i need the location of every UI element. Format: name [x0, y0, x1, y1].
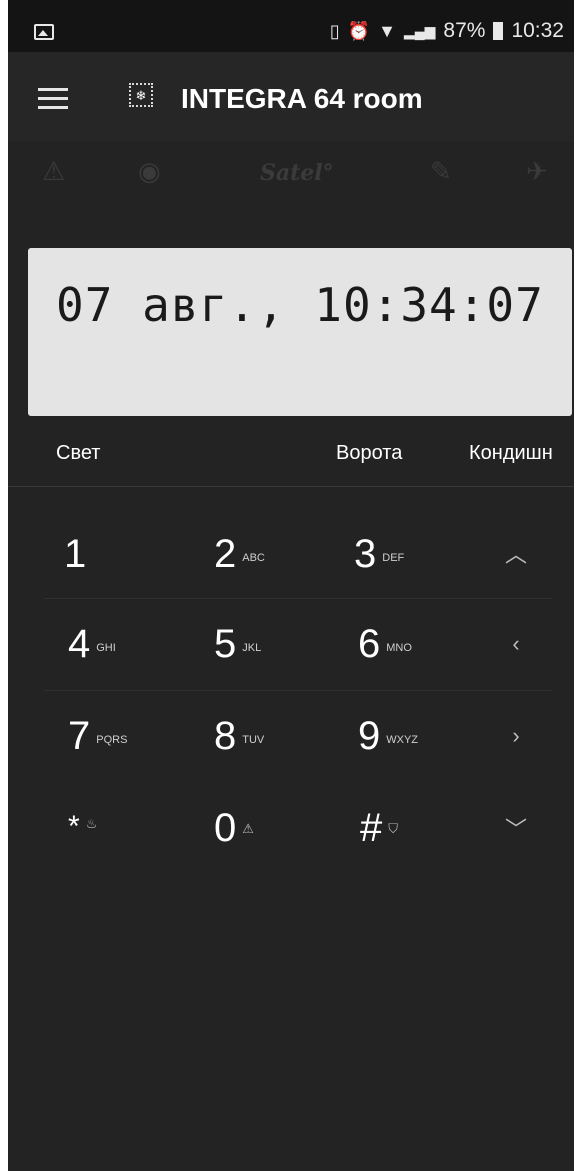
key-2[interactable]: 2 ABC — [214, 534, 265, 574]
key-6[interactable]: 6 MNO — [358, 624, 412, 664]
key-digit: 3 — [354, 532, 377, 576]
app-title: INTEGRA 64 room — [181, 83, 423, 114]
status-icons: ▯ ⏰ ▼ ▂▄▆ 87% 10:32 — [330, 18, 564, 44]
lcd-display: 07 авг., 10:34:07 — [28, 248, 572, 416]
warning-icon: ⚠ — [242, 821, 254, 836]
integra-logo-icon: ❄ — [129, 83, 153, 107]
key-digit: 5 — [214, 622, 237, 666]
app-bar: ❄ INTEGRA 64 room — [8, 52, 574, 142]
key-letters: JKL — [242, 642, 262, 654]
status-bar: ▯ ⏰ ▼ ▂▄▆ 87% 10:32 — [8, 0, 574, 52]
key-0[interactable]: 0 ⚠ — [214, 808, 254, 848]
signal-icon: ▂▄▆ — [403, 23, 436, 39]
arrow-right-button[interactable]: › — [496, 716, 536, 756]
gallery-icon — [34, 24, 54, 40]
key-letters: WXYZ — [386, 734, 419, 746]
key-letters: DEF — [382, 552, 405, 564]
toolbar: ⚠ ◉ Satel° ✎ ✈ — [8, 142, 574, 202]
lcd-text: 07 авг., 10:34:07 — [56, 278, 544, 332]
key-3[interactable]: 3 DEF — [354, 534, 404, 574]
rocket-icon[interactable]: ✈ — [526, 158, 548, 184]
hamburger-menu-icon[interactable] — [38, 88, 68, 110]
wrench-icon[interactable]: ✎ — [430, 158, 452, 184]
arrow-down-button[interactable]: ﹀ — [496, 808, 536, 848]
row-divider — [44, 690, 552, 691]
key-7[interactable]: 7 PQRS — [68, 716, 127, 756]
divider — [8, 486, 574, 487]
key-digit: 1 — [64, 532, 87, 576]
key-digit: 4 — [68, 622, 91, 666]
key-digit: # — [360, 806, 383, 850]
key-digit: * — [68, 810, 80, 843]
key-digit: 7 — [68, 714, 91, 758]
battery-percent: 87% — [443, 19, 486, 42]
wifi-icon: ▼ — [378, 21, 396, 41]
fire-icon: ♨ — [85, 816, 98, 831]
key-letters: ABC — [242, 552, 265, 564]
vibrate-icon: ▯ — [329, 21, 340, 41]
macro-button-light[interactable]: Свет — [56, 442, 100, 465]
key-letters: MNO — [386, 642, 412, 654]
app-screen: ▯ ⏰ ▼ ▂▄▆ 87% 10:32 ❄ INTEGRA 64 room ⚠ … — [8, 0, 574, 1171]
key-1[interactable]: 1 — [64, 534, 86, 574]
key-letters: GHI — [96, 642, 116, 654]
key-digit: 6 — [358, 622, 381, 666]
eye-icon[interactable]: ◉ — [138, 158, 161, 184]
macro-bar: Свет Ворота Кондишн — [8, 420, 574, 486]
shield-icon: ⛉ — [388, 821, 399, 836]
key-digit: 0 — [214, 806, 237, 850]
key-hash[interactable]: # ⛉ — [360, 808, 398, 848]
key-digit: 9 — [358, 714, 381, 758]
alarm-icon: ⏰ — [347, 21, 371, 41]
key-letters: PQRS — [96, 734, 128, 746]
key-digit: 8 — [214, 714, 237, 758]
key-8[interactable]: 8 TUV — [214, 716, 264, 756]
clock: 10:32 — [511, 19, 564, 42]
key-5[interactable]: 5 JKL — [214, 624, 261, 664]
key-digit: 2 — [214, 532, 237, 576]
key-4[interactable]: 4 GHI — [68, 624, 116, 664]
row-divider — [44, 598, 552, 599]
battery-icon — [493, 22, 504, 40]
alert-icon[interactable]: ⚠ — [42, 158, 65, 184]
macro-button-gate[interactable]: Ворота — [336, 442, 402, 465]
macro-button-aircon[interactable]: Кондишн — [469, 442, 553, 465]
arrow-up-button[interactable]: ︿ — [496, 533, 536, 573]
key-letters: TUV — [242, 734, 265, 746]
key-9[interactable]: 9 WXYZ — [358, 716, 418, 756]
key-star[interactable]: * ♨ — [68, 812, 97, 842]
satel-logo: Satel° — [260, 160, 334, 186]
arrow-left-button[interactable]: ‹ — [496, 624, 536, 664]
